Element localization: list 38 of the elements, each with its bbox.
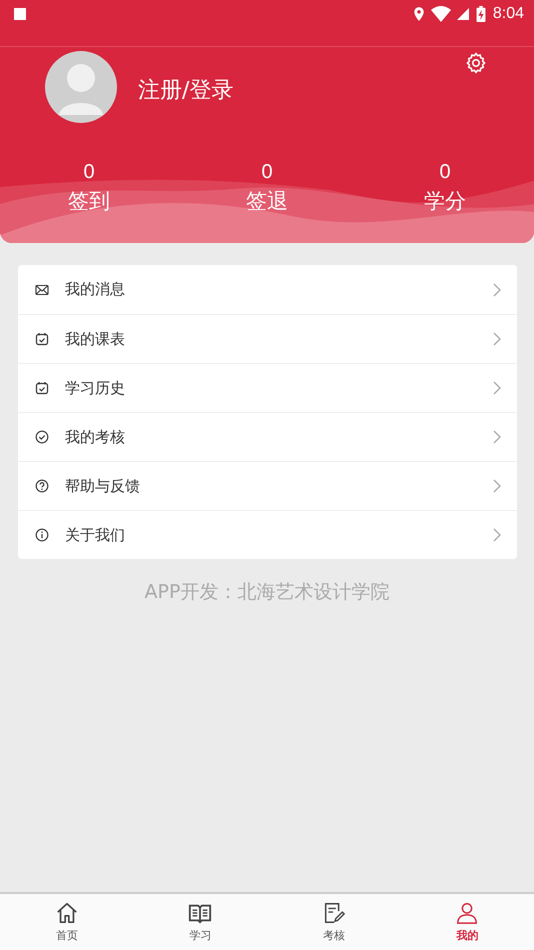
chevron-right-icon: [493, 332, 501, 346]
login-link[interactable]: 注册/登录: [138, 74, 234, 104]
menu-item[interactable]: 帮助与反馈: [18, 461, 517, 510]
stat-label: 签退: [246, 188, 288, 215]
check-circle-icon: [35, 430, 49, 444]
chevron-right-icon: [493, 528, 501, 542]
calendar-icon: [35, 381, 49, 395]
stat-value: 0: [439, 160, 451, 184]
nav-tab[interactable]: 我的: [400, 894, 534, 950]
menu-item[interactable]: 我的考核: [18, 412, 517, 461]
calendar-icon: [35, 332, 49, 346]
location-icon: [412, 6, 425, 22]
nav-tab[interactable]: 学习: [134, 894, 267, 950]
stat-value: 0: [83, 160, 95, 184]
nav-tab[interactable]: 首页: [0, 894, 134, 950]
mail-icon: [35, 282, 49, 296]
menu-item[interactable]: 学习历史: [18, 363, 517, 412]
menu-item[interactable]: 我的课表: [18, 314, 517, 363]
chevron-right-icon: [493, 282, 501, 296]
wifi-icon: [430, 6, 451, 22]
stat-label: 学分: [424, 188, 466, 215]
settings-icon[interactable]: [464, 51, 488, 75]
menu-item[interactable]: 我的消息: [18, 265, 517, 314]
stat-value: 0: [261, 160, 273, 184]
nav-tab[interactable]: 考核: [267, 894, 400, 950]
chevron-right-icon: [493, 381, 501, 395]
signal-icon: [456, 6, 469, 22]
home-icon: [54, 901, 79, 925]
status-time: 8:04: [492, 5, 524, 23]
info-icon: [35, 528, 49, 542]
help-icon: [35, 479, 49, 493]
menu-item[interactable]: 关于我们: [18, 510, 517, 559]
chevron-right-icon: [493, 430, 501, 444]
stat-label: 签到: [68, 188, 110, 215]
battery-charging-icon: [474, 6, 487, 22]
person-icon: [455, 901, 480, 925]
chevron-right-icon: [493, 479, 501, 493]
developer-note: APP开发：北海艺术设计学院: [144, 580, 390, 605]
